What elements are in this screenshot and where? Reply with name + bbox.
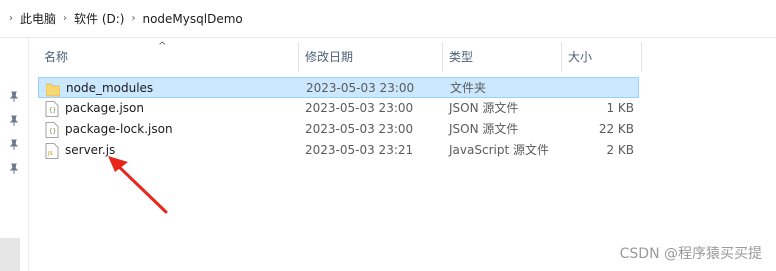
file-type: JSON 源文件 <box>449 101 519 115</box>
annotation-arrow-icon <box>108 156 168 214</box>
column-header: ^ 名称 修改日期 类型 大小 <box>38 42 776 72</box>
breadcrumb-this-pc[interactable]: 此电脑 <box>20 10 56 27</box>
breadcrumb-drive-d[interactable]: 软件 (D:) <box>74 10 124 27</box>
column-size[interactable]: 大小 <box>562 42 642 72</box>
column-date-modified[interactable]: 修改日期 <box>299 42 443 72</box>
chevron-right-icon[interactable]: › <box>124 13 142 24</box>
file-name: package-lock.json <box>65 122 173 136</box>
pin-icon[interactable] <box>8 163 20 175</box>
file-size <box>565 78 635 99</box>
file-row-node-modules[interactable]: node_modules 2023-05-03 23:00 文件夹 <box>38 77 639 98</box>
file-size: 2 KB <box>606 143 634 157</box>
file-type: JavaScript 源文件 <box>449 143 549 157</box>
breadcrumb-current-folder[interactable]: nodeMysqlDemo <box>142 12 242 26</box>
address-breadcrumb: › 此电脑 › 软件 (D:) › nodeMysqlDemo <box>0 0 776 38</box>
svg-text:{}: {} <box>49 107 56 114</box>
chevron-right-icon[interactable]: › <box>56 13 74 24</box>
file-row-package-json[interactable]: {} package.json 2023-05-03 23:00 JSON 源文… <box>38 98 639 119</box>
column-type[interactable]: 类型 <box>443 42 562 72</box>
column-name[interactable]: 名称 <box>38 42 299 72</box>
folder-icon <box>46 83 60 97</box>
file-type: JSON 源文件 <box>449 122 519 136</box>
file-name: package.json <box>65 101 145 115</box>
navigation-scrollbar[interactable] <box>0 238 20 271</box>
file-date: 2023-05-03 23:00 <box>305 122 414 136</box>
file-size: 22 KB <box>598 122 634 136</box>
js-file-icon: JS <box>45 143 59 159</box>
pin-icon[interactable] <box>8 139 20 151</box>
file-date: 2023-05-03 23:00 <box>306 81 415 95</box>
navigation-pane <box>0 38 29 271</box>
file-type: 文件夹 <box>450 81 487 95</box>
csdn-watermark: CSDN @程序猿买买提 <box>619 246 762 262</box>
chevron-right-icon[interactable]: › <box>2 13 20 24</box>
file-row-package-lock-json[interactable]: {} package-lock.json 2023-05-03 23:00 JS… <box>38 119 639 140</box>
json-file-icon: {} <box>45 101 59 117</box>
file-date: 2023-05-03 23:00 <box>305 101 414 115</box>
svg-text:{}: {} <box>49 128 56 135</box>
pin-icon[interactable] <box>8 115 20 127</box>
json-file-icon: {} <box>45 122 59 138</box>
svg-text:JS: JS <box>47 151 53 157</box>
file-name: node_modules <box>66 81 154 95</box>
file-date: 2023-05-03 23:21 <box>305 143 414 157</box>
pin-icon[interactable] <box>8 91 20 103</box>
file-size: 1 KB <box>606 101 634 115</box>
